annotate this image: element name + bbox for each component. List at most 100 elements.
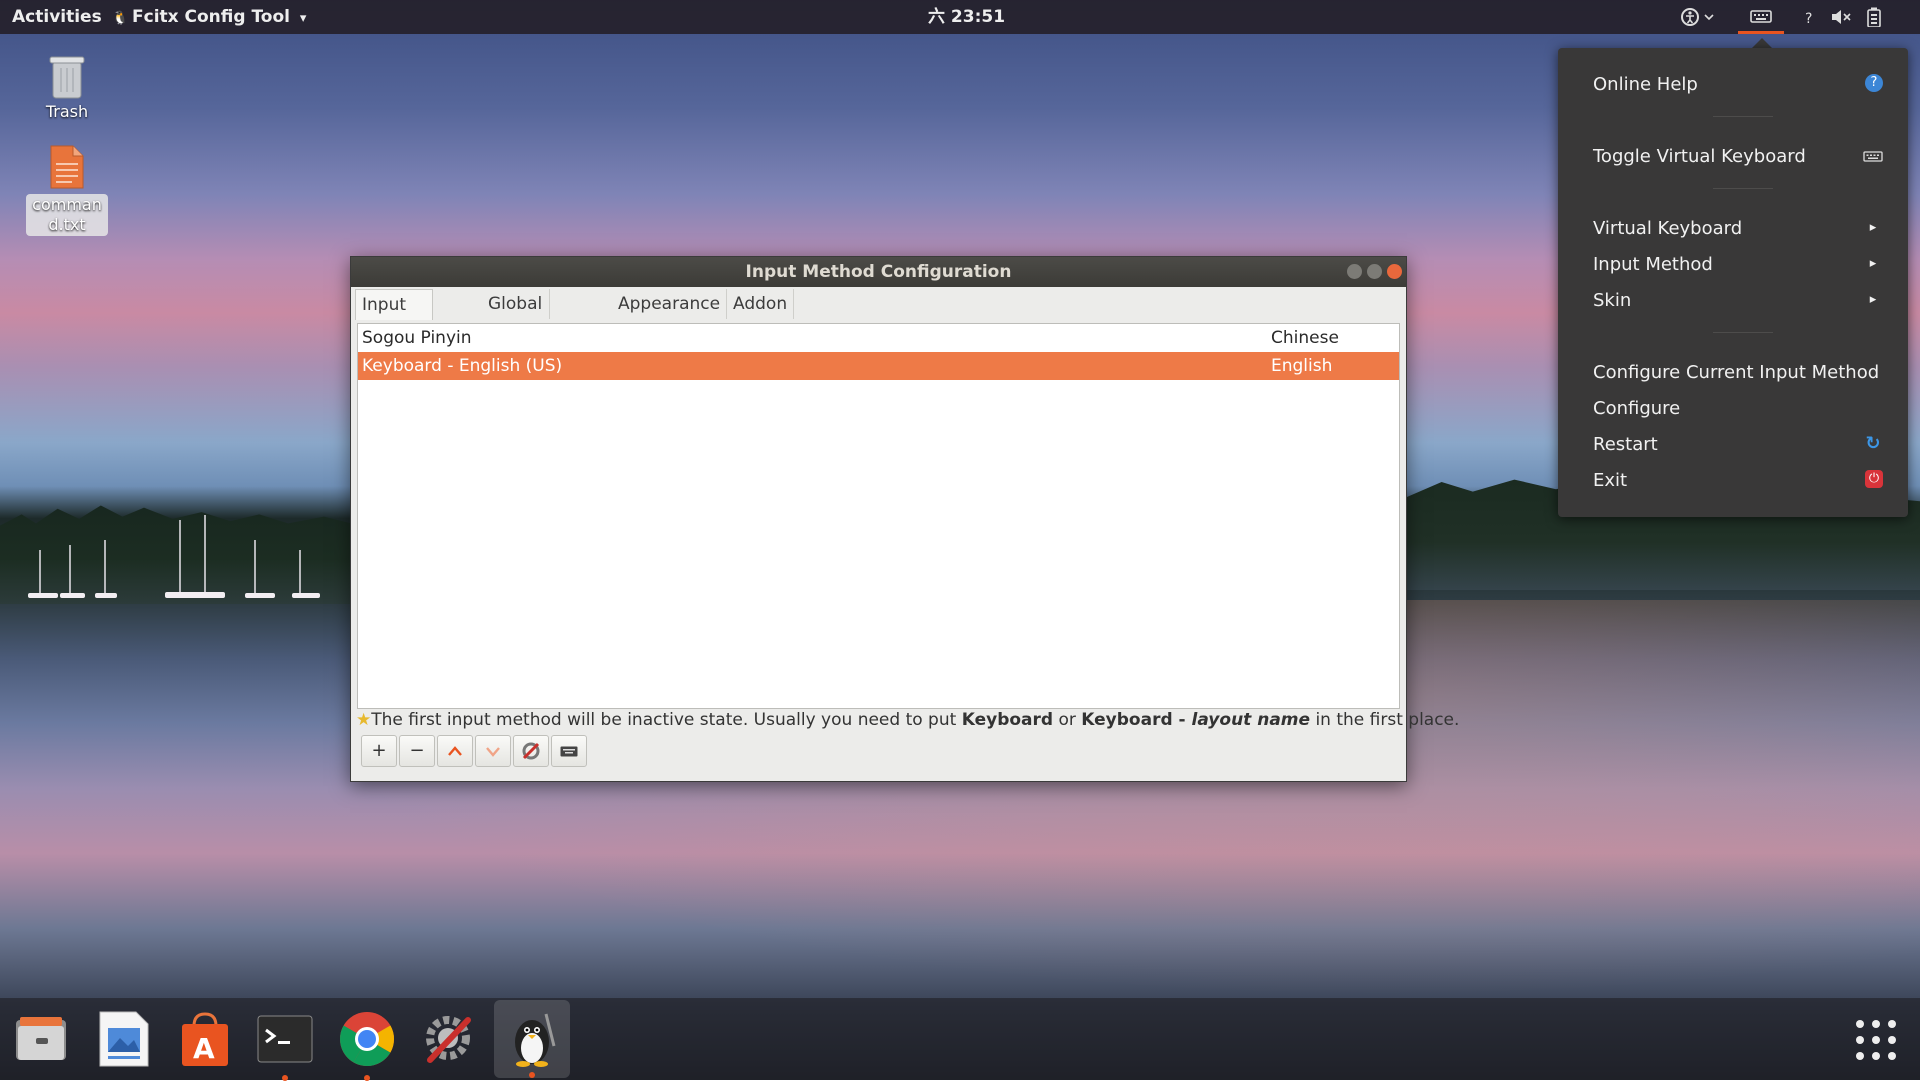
add-input-method-button[interactable]: +	[361, 735, 397, 767]
menu-item-input-method[interactable]: Input Method ▸	[1593, 250, 1883, 280]
chevron-up-icon	[448, 746, 462, 756]
help-circle-icon: ?	[1865, 74, 1883, 92]
menu-item-label: Skin	[1593, 290, 1632, 311]
terminal-icon	[257, 1015, 313, 1063]
input-method-panel-menu: Online Help ? Toggle Virtual Keyboard Vi…	[1558, 48, 1908, 517]
dock-terminal[interactable]	[254, 1008, 316, 1081]
accessibility-icon[interactable]	[1680, 7, 1720, 27]
menu-item-virtual-keyboard[interactable]: Virtual Keyboard ▸	[1593, 214, 1883, 244]
show-applications-button[interactable]	[1854, 1018, 1898, 1062]
dock-settings-tools[interactable]	[418, 1008, 480, 1070]
hint-prefix: The first input method will be inactive …	[371, 710, 962, 730]
hint-suffix: in the first place.	[1310, 710, 1460, 730]
power-icon: ⏻	[1865, 470, 1883, 488]
close-button[interactable]	[1387, 264, 1402, 279]
submenu-arrow-icon: ▸	[1869, 256, 1877, 271]
input-method-name: Keyboard - English (US)	[362, 356, 563, 376]
menu-item-label: Virtual Keyboard	[1593, 218, 1743, 239]
menu-separator	[1713, 332, 1773, 333]
move-up-button[interactable]	[437, 735, 473, 767]
chevron-down-icon: ▾	[299, 11, 307, 26]
settings-tools-icon	[426, 1016, 471, 1063]
image-viewer-icon	[99, 1011, 149, 1067]
list-item[interactable]: Sogou Pinyin Chinese (China)	[358, 324, 1399, 376]
dock-files[interactable]	[10, 1008, 72, 1070]
minimize-button[interactable]	[1347, 264, 1362, 279]
configure-input-method-button[interactable]	[513, 735, 549, 767]
show-applications-icon	[1856, 1020, 1896, 1060]
menu-item-skin[interactable]: Skin ▸	[1593, 286, 1883, 316]
dock-chrome[interactable]	[336, 1008, 398, 1081]
keyboard-indicator[interactable]	[1738, 0, 1784, 34]
files-icon	[16, 1017, 66, 1060]
dock-image-viewer[interactable]	[92, 1008, 154, 1070]
input-method-language: English	[1271, 356, 1333, 376]
wallpaper-sailboats	[28, 515, 320, 598]
activities-button[interactable]: Activities	[12, 0, 102, 34]
running-indicator	[529, 1072, 535, 1078]
menu-item-label: Configure	[1593, 398, 1681, 419]
remove-input-method-button[interactable]: −	[399, 735, 435, 767]
menu-item-configure[interactable]: Configure	[1593, 394, 1883, 424]
svg-text:?: ?	[1805, 11, 1812, 27]
hint-bold-keyboard: Keyboard	[961, 710, 1054, 730]
window-titlebar[interactable]: Input Method Configuration	[351, 257, 1406, 287]
svg-text:A: A	[193, 1032, 215, 1065]
maximize-button[interactable]	[1367, 264, 1382, 279]
move-down-button[interactable]	[475, 735, 511, 767]
dock: A	[0, 998, 1920, 1081]
list-item-selected[interactable]: Keyboard - English (US) English	[358, 352, 1399, 380]
menu-item-online-help[interactable]: Online Help ?	[1593, 70, 1883, 100]
running-indicator	[364, 1075, 370, 1081]
hint-bold-prefix: Keyboard -	[1081, 710, 1192, 730]
chrome-icon	[339, 1012, 395, 1067]
menu-item-toggle-virtual-keyboard[interactable]: Toggle Virtual Keyboard	[1593, 142, 1883, 172]
running-indicator	[282, 1075, 288, 1081]
desktop-icon-command-txt[interactable]: comman d.txt	[26, 144, 108, 236]
menu-item-exit[interactable]: Exit ⏻	[1593, 466, 1883, 496]
desktop-icon-label-box: comman d.txt	[26, 194, 108, 236]
help-icon[interactable]: ?	[1802, 7, 1818, 27]
star-icon: ★	[356, 710, 372, 730]
battery-icon[interactable]	[1866, 7, 1882, 27]
hint-italic-layout-name: layout name	[1191, 710, 1311, 730]
software-center-icon: A	[182, 1012, 228, 1066]
penguin-icon: 🐧	[112, 11, 129, 26]
fcitx-penguin-icon	[515, 1013, 556, 1067]
keyboard-icon	[1750, 10, 1772, 23]
tab-addon[interactable]: Addon	[727, 289, 795, 319]
tab-input-method[interactable]: Input Method	[355, 289, 433, 345]
menu-item-label: Toggle Virtual Keyboard	[1593, 146, 1806, 167]
volume-muted-icon[interactable]	[1830, 7, 1854, 27]
menu-item-configure-current-input-method[interactable]: Configure Current Input Method	[1593, 358, 1883, 388]
clock[interactable]: 六 23:51	[928, 0, 1005, 34]
menu-item-restart[interactable]: Restart ↻	[1593, 430, 1883, 460]
keyboard-icon	[1863, 151, 1883, 162]
dock-fcitx-config[interactable]	[494, 1000, 570, 1078]
desktop-icon-label-line2: d.txt	[48, 215, 86, 234]
restart-icon: ↻	[1865, 433, 1881, 454]
app-menu[interactable]: 🐧 Fcitx Config Tool ▾	[112, 0, 306, 34]
tab-appearance[interactable]: Appearance	[612, 289, 728, 319]
dock-software-center[interactable]: A	[174, 1008, 236, 1070]
submenu-arrow-icon: ▸	[1869, 292, 1877, 307]
app-menu-label: Fcitx Config Tool	[132, 7, 290, 27]
menu-item-label: Online Help	[1593, 74, 1698, 95]
desktop-icon-trash[interactable]: Trash	[30, 52, 104, 122]
keyboard-icon	[560, 746, 578, 757]
menu-item-label: Restart	[1593, 434, 1658, 455]
settings-tools-icon	[522, 742, 540, 760]
desktop-icon-label: comman	[32, 195, 102, 214]
menu-item-label: Configure Current Input Method	[1593, 362, 1880, 383]
hint-bold-layout: Keyboard - layout name	[1081, 710, 1310, 730]
chevron-down-icon	[486, 747, 500, 757]
input-method-list[interactable]: Sogou Pinyin Chinese (China) Keyboard - …	[357, 323, 1400, 709]
top-bar: Activities 🐧 Fcitx Config Tool ▾ 六 23:51 …	[0, 0, 1920, 34]
hint-mid: or	[1053, 710, 1082, 730]
tab-global-config[interactable]: Global Config	[482, 289, 550, 344]
submenu-arrow-icon: ▸	[1869, 220, 1877, 235]
menu-separator	[1713, 188, 1773, 189]
hint-text: ★The first input method will be inactive…	[356, 710, 1459, 730]
input-method-config-window: Input Method Configuration Input Method …	[350, 256, 1459, 782]
keyboard-layout-button[interactable]	[551, 735, 587, 767]
